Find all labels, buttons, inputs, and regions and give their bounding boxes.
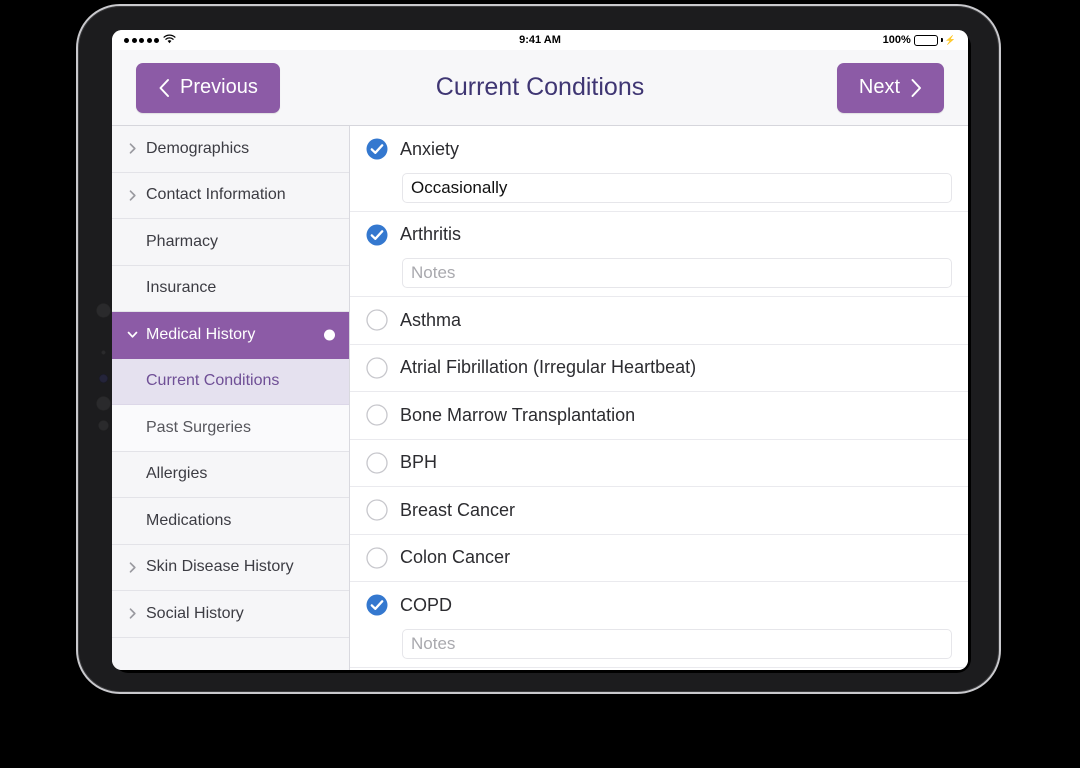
device-camera-lens	[99, 374, 108, 383]
condition-note-wrapper	[366, 628, 952, 667]
tablet-screen: 9:41 AM 100% ⚡ Previous Current Conditio…	[112, 30, 968, 670]
condition-row: Breast Cancer	[350, 487, 968, 535]
condition-row: Arthritis	[350, 212, 968, 297]
condition-label: Colon Cancer	[400, 547, 511, 568]
sidebar-item-past-surgeries[interactable]: Past Surgeries	[112, 405, 349, 452]
condition-toggle-coronary-artery-disease[interactable]: Coronary Artery Disease	[366, 668, 952, 671]
condition-row: Coronary Artery Disease	[350, 668, 968, 671]
condition-note-input[interactable]	[402, 172, 952, 203]
battery-icon	[913, 34, 938, 46]
sidebar-item-allergies[interactable]: Allergies	[112, 452, 349, 498]
sidebar-item-pharmacy[interactable]: Pharmacy	[112, 219, 349, 266]
lightning-bolt-icon: ⚡	[944, 34, 956, 45]
condition-toggle-copd[interactable]: COPD	[366, 582, 952, 629]
battery-tip-icon	[940, 38, 943, 42]
device-microphone-hole	[101, 350, 106, 355]
conditions-list[interactable]: Anxiety Arthritis Asthma Atrial Fibrillatio…	[350, 126, 968, 670]
checkbox-checked-icon[interactable]	[366, 224, 388, 246]
sidebar-item-medications[interactable]: Medications	[112, 498, 349, 545]
checkbox-unchecked-icon[interactable]	[366, 499, 388, 521]
condition-label: Arthritis	[400, 224, 462, 245]
sidebar-item-label: Skin Disease History	[146, 558, 294, 576]
condition-label: Atrial Fibrillation (Irregular Heartbeat…	[400, 357, 697, 378]
sidebar-item-social-history[interactable]: Social History	[112, 591, 349, 638]
checkbox-unchecked-icon[interactable]	[366, 404, 388, 426]
status-bar: 9:41 AM 100% ⚡	[112, 30, 968, 50]
chevron-down-icon	[124, 328, 140, 341]
sidebar-item-label: Insurance	[146, 279, 217, 297]
condition-toggle-bph[interactable]: BPH	[366, 440, 952, 487]
main-body: Demographics Contact Information Pharmacy I…	[112, 126, 968, 670]
next-button[interactable]: Next	[836, 62, 944, 113]
checkbox-checked-icon[interactable]	[366, 138, 388, 160]
condition-label: Bone Marrow Transplantation	[400, 404, 636, 425]
sidebar-item-contact-information[interactable]: Contact Information	[112, 173, 349, 219]
chevron-right-icon	[910, 78, 922, 98]
condition-note-wrapper	[366, 172, 952, 211]
condition-row: Asthma	[350, 297, 968, 345]
chevron-right-icon	[124, 607, 140, 620]
device-side-button-bottom[interactable]	[98, 420, 109, 431]
condition-note-wrapper	[366, 258, 952, 296]
chevron-left-icon	[158, 78, 170, 98]
battery-percent-label: 100%	[882, 34, 911, 46]
condition-note-input[interactable]	[402, 628, 952, 659]
sidebar-item-label: Pharmacy	[146, 232, 219, 250]
condition-row: BPH	[350, 440, 968, 487]
sidebar-item-demographics[interactable]: Demographics	[112, 126, 349, 173]
sidebar-item-label: Contact Information	[146, 186, 286, 204]
checkbox-unchecked-icon[interactable]	[366, 547, 388, 569]
condition-row: Atrial Fibrillation (Irregular Heartbeat…	[350, 345, 968, 392]
sidebar-item-status-dot	[324, 329, 335, 341]
device-side-button-top[interactable]	[96, 303, 111, 318]
condition-label: COPD	[400, 594, 453, 615]
status-bar-right: 100% ⚡	[883, 34, 956, 46]
cellular-signal-icon	[124, 37, 159, 43]
condition-toggle-arthritis[interactable]: Arthritis	[366, 212, 952, 259]
sidebar-item-label: Medical History	[146, 325, 256, 343]
sidebar-item-insurance[interactable]: Insurance	[112, 266, 349, 312]
sidebar-item-label: Demographics	[146, 139, 250, 157]
condition-label: Anxiety	[400, 138, 460, 159]
device-side-button-middle[interactable]	[96, 396, 111, 411]
sidebar-item-medical-history[interactable]: Medical History	[112, 312, 349, 359]
condition-row: COPD	[350, 582, 968, 668]
condition-toggle-bone-marrow-transplantation[interactable]: Bone Marrow Transplantation	[366, 392, 952, 439]
chevron-right-icon	[124, 561, 140, 574]
next-button-label: Next	[858, 76, 900, 98]
condition-row: Colon Cancer	[350, 535, 968, 582]
condition-toggle-anxiety[interactable]: Anxiety	[366, 126, 952, 173]
condition-label: BPH	[400, 452, 438, 473]
condition-toggle-colon-cancer[interactable]: Colon Cancer	[366, 535, 952, 582]
condition-note-input[interactable]	[402, 258, 952, 288]
sidebar-item-label: Medications	[146, 511, 232, 529]
condition-label: Breast Cancer	[400, 499, 516, 520]
status-bar-left	[124, 34, 244, 47]
condition-toggle-atrial-fibrillation-irregular-heartbeat[interactable]: Atrial Fibrillation (Irregular Heartbeat…	[366, 345, 952, 392]
sidebar-item-label: Current Conditions	[146, 372, 280, 390]
sidebar-navigation[interactable]: Demographics Contact Information Pharmacy I…	[112, 126, 350, 670]
checkbox-checked-icon[interactable]	[366, 594, 388, 616]
wifi-icon	[163, 34, 176, 47]
sidebar-item-skin-disease-history[interactable]: Skin Disease History	[112, 545, 349, 591]
condition-row: Anxiety	[350, 126, 968, 212]
condition-label: Asthma	[400, 309, 462, 330]
chevron-right-icon	[124, 142, 140, 155]
sidebar-item-label: Allergies	[146, 465, 208, 483]
checkbox-unchecked-icon[interactable]	[366, 452, 388, 474]
condition-row: Bone Marrow Transplantation	[350, 392, 968, 440]
condition-toggle-breast-cancer[interactable]: Breast Cancer	[366, 487, 952, 534]
condition-toggle-asthma[interactable]: Asthma	[366, 297, 952, 344]
checkbox-unchecked-icon[interactable]	[366, 309, 388, 331]
chevron-right-icon	[124, 189, 140, 202]
sidebar-item-current-conditions[interactable]: Current Conditions	[112, 358, 349, 405]
sidebar-item-label: Past Surgeries	[146, 418, 251, 436]
previous-button[interactable]: Previous	[136, 62, 280, 113]
checkbox-unchecked-icon[interactable]	[366, 357, 388, 379]
sidebar-item-label: Social History	[146, 604, 244, 622]
navigation-bar: Previous Current Conditions Next	[112, 50, 968, 126]
previous-button-label: Previous	[180, 76, 258, 98]
